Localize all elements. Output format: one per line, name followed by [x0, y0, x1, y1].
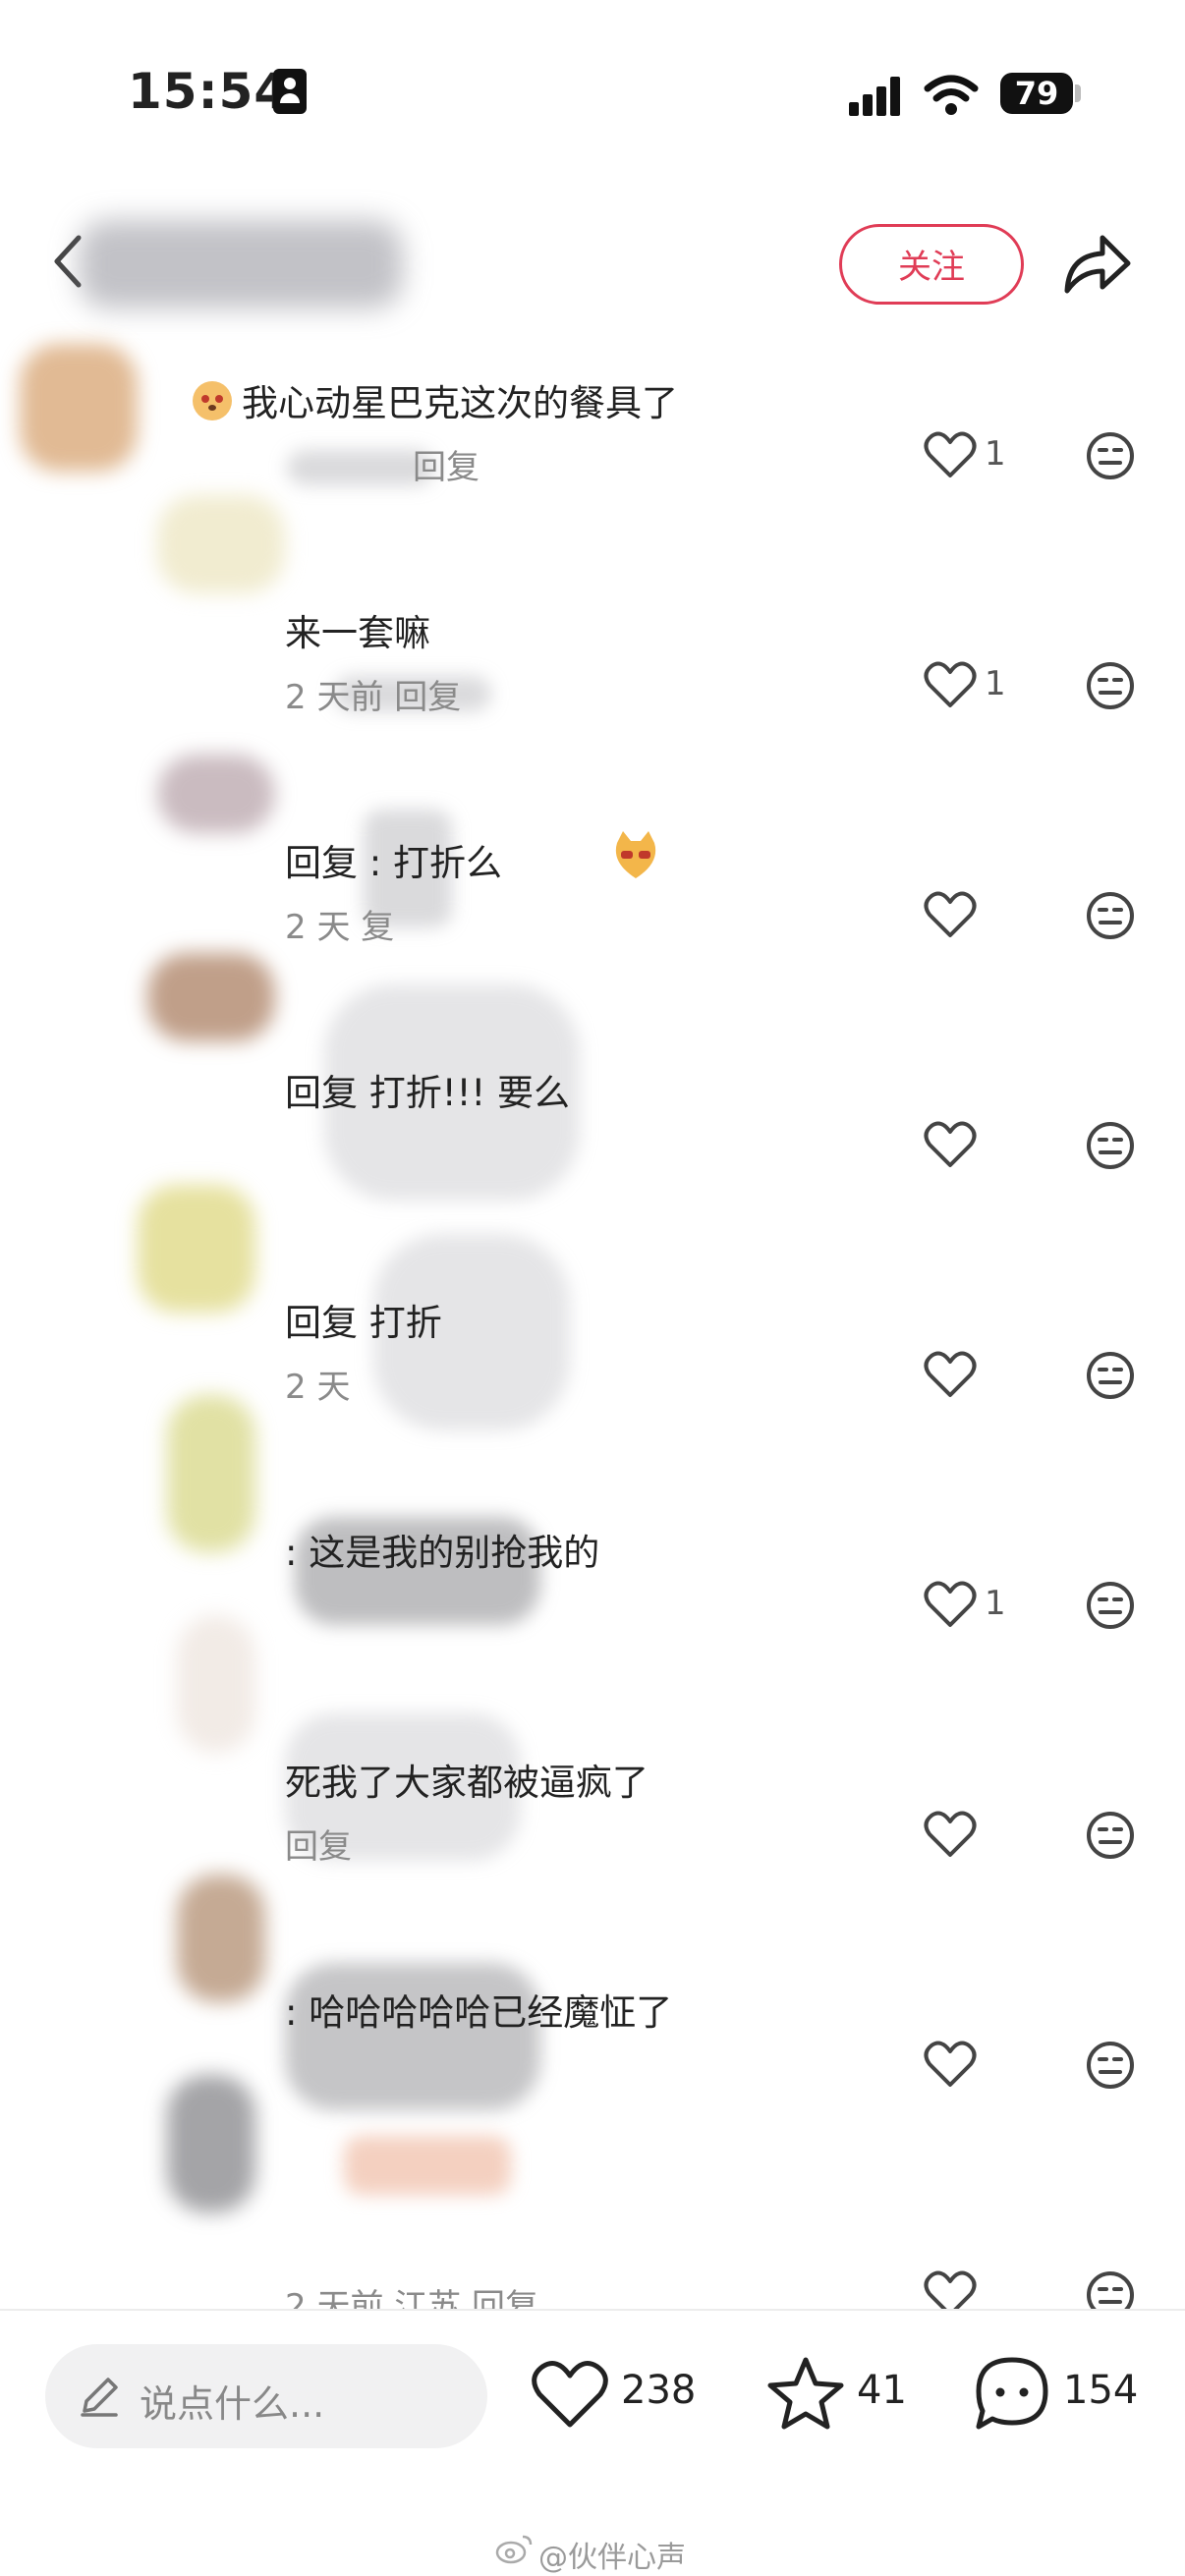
like-stat[interactable]: 238 — [531, 2350, 707, 2438]
reply-button[interactable]: 2 天前 回复 — [285, 670, 461, 718]
star-icon — [767, 2357, 844, 2430]
avatar[interactable] — [177, 1615, 255, 1753]
heart-icon[interactable] — [924, 1810, 977, 1859]
avatar[interactable] — [157, 755, 275, 833]
avatar[interactable] — [167, 2075, 255, 2212]
status-bar: 15:54 79 — [0, 0, 1185, 147]
heart-icon[interactable] — [924, 890, 977, 939]
contact-card-icon — [273, 69, 307, 114]
comment-total: 154 — [1063, 2368, 1139, 2413]
wifi-icon — [924, 75, 979, 115]
share-arrow-icon[interactable] — [1059, 230, 1134, 299]
name-redacted — [344, 2136, 511, 2195]
heart-icon[interactable] — [924, 430, 977, 479]
like-total: 238 — [621, 2368, 697, 2413]
watermark: @伙伴心声 — [538, 2541, 686, 2575]
comment-page: 15:54 79 关注 我心动星巴克这次的餐具了 回复 1 来一套嘛 2 天前 … — [0, 0, 1185, 2576]
heart-icon[interactable] — [924, 660, 977, 709]
reply-button[interactable]: 回复 — [285, 1820, 352, 1868]
pencil-icon — [81, 2378, 118, 2417]
meh-face-icon[interactable] — [1085, 890, 1136, 941]
comment-text: 死我了大家都被逼疯了 — [285, 1762, 649, 1804]
status-time: 15:54 — [128, 63, 290, 120]
battery-cap — [1075, 84, 1081, 102]
bottom-action-bar: 说点什么... 238 41 154 @伙伴心声 — [0, 2311, 1185, 2576]
meh-face-icon[interactable] — [1085, 2040, 1136, 2091]
avatar[interactable] — [167, 1395, 255, 1552]
chat-bubble-icon — [976, 2357, 1048, 2430]
meh-face-icon[interactable] — [1085, 1580, 1136, 1631]
header-bar: 关注 — [0, 196, 1185, 334]
follow-button[interactable]: 关注 — [839, 224, 1024, 305]
avatar[interactable] — [157, 495, 285, 593]
cellular-signal-icon — [849, 77, 904, 116]
avatar[interactable] — [138, 1185, 255, 1313]
cat-emoji-icon — [615, 831, 656, 878]
favorite-total: 41 — [857, 2368, 907, 2413]
comment-text: 回复 打折 — [285, 1302, 442, 1344]
comment-text: 我心动星巴克这次的餐具了 — [242, 382, 678, 424]
heart-icon[interactable] — [924, 1120, 977, 1169]
favorite-stat[interactable]: 41 — [766, 2350, 914, 2438]
meh-face-icon[interactable] — [1085, 430, 1136, 481]
comment-text: : 哈哈哈哈哈已经魔怔了 — [285, 1991, 673, 2034]
avatar[interactable] — [20, 344, 138, 472]
meh-face-icon[interactable] — [1085, 1810, 1136, 1861]
heart-icon[interactable] — [924, 1350, 977, 1399]
battery-level: 79 — [1000, 73, 1073, 114]
reply-button[interactable]: 2 天 — [285, 1360, 350, 1408]
comment-text: 回复 : 打折么 — [285, 842, 502, 884]
reply-button[interactable]: 2 天 复 — [285, 900, 394, 948]
comment-text: : 这是我的别抢我的 — [285, 1532, 600, 1574]
like-count: 1 — [985, 1584, 1006, 1623]
heart-icon[interactable] — [924, 1580, 977, 1629]
comment-text: 回复 打折!!! 要么 — [285, 1072, 571, 1114]
avatar[interactable] — [147, 953, 275, 1041]
heart-icon[interactable] — [924, 2040, 977, 2089]
comment-text: 来一套嘛 — [285, 612, 430, 654]
comment-input[interactable]: 说点什么... — [45, 2344, 487, 2448]
like-count: 1 — [985, 664, 1006, 703]
dog-emoji-icon — [193, 381, 232, 420]
comment-stat[interactable]: 154 — [973, 2350, 1169, 2438]
meh-face-icon[interactable] — [1085, 1120, 1136, 1171]
heart-icon — [532, 2361, 608, 2428]
meh-face-icon[interactable] — [1085, 1350, 1136, 1401]
avatar[interactable] — [177, 1875, 265, 2002]
comment-input-placeholder: 说点什么... — [140, 2382, 325, 2426]
author-info-redacted[interactable] — [79, 220, 403, 308]
reply-button[interactable]: 回复 — [413, 440, 480, 488]
weibo-logo-icon — [495, 2535, 533, 2564]
like-count: 1 — [985, 434, 1006, 474]
meh-face-icon[interactable] — [1085, 660, 1136, 711]
